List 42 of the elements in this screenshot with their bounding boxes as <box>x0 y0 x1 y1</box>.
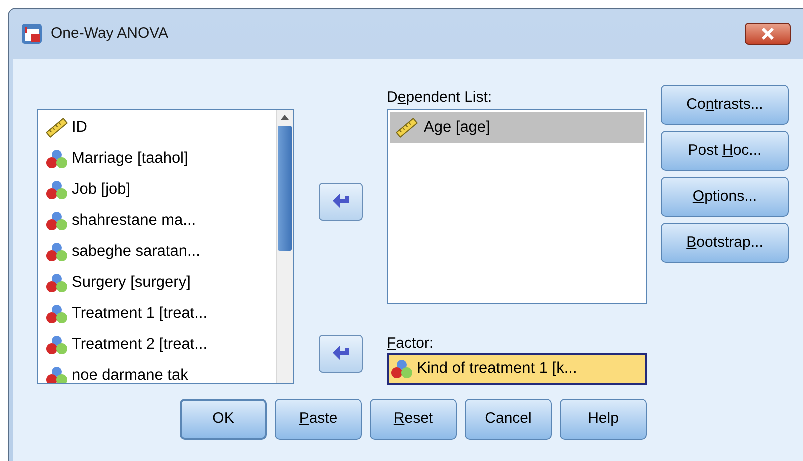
dialog-button[interactable]: Help <box>560 399 647 440</box>
three-balls-icon <box>46 366 68 383</box>
move-arrow-button[interactable] <box>318 335 362 373</box>
dependent-list-label: Dependent List: <box>387 88 494 108</box>
close-button[interactable] <box>745 23 791 45</box>
side-button[interactable]: Contrasts... <box>661 85 789 125</box>
move-arrow-button[interactable] <box>318 183 362 221</box>
variable-item[interactable]: Treatment 1 [treat... <box>46 298 276 329</box>
three-balls-icon <box>46 210 68 230</box>
app-icon <box>21 23 43 45</box>
three-balls-icon <box>46 148 68 168</box>
three-balls-icon <box>46 304 68 324</box>
scroll-thumb[interactable] <box>278 126 292 251</box>
variable-item[interactable]: shahrestane ma... <box>46 205 276 236</box>
dialog-button[interactable]: Reset <box>370 399 457 440</box>
factor-field[interactable]: Kind of treatment 1 [k... <box>387 353 647 385</box>
arrow-icon <box>330 194 350 210</box>
dialog-button[interactable]: Paste <box>275 399 362 440</box>
arrow-icon <box>330 346 350 362</box>
three-balls-icon <box>46 334 68 354</box>
dialog-button[interactable]: OK <box>180 399 267 440</box>
window-title: One-Way ANOVA <box>51 24 169 44</box>
close-icon <box>761 28 775 40</box>
three-balls-icon <box>46 242 68 262</box>
side-button[interactable]: Options... <box>661 177 789 217</box>
three-balls-icon <box>391 359 413 379</box>
variable-item[interactable]: sabeghe saratan... <box>46 236 276 267</box>
factor-label: Factor: <box>387 334 435 353</box>
scrollbar[interactable] <box>276 110 293 383</box>
dependent-item[interactable]: Age [age] <box>390 112 644 143</box>
three-balls-icon <box>46 180 68 200</box>
side-button[interactable]: Bootstrap... <box>661 223 789 263</box>
side-button[interactable]: Post Hoc... <box>661 131 789 171</box>
three-balls-icon <box>46 272 68 292</box>
variable-item[interactable]: ID <box>46 112 276 143</box>
variable-item[interactable]: Marriage [taahol] <box>46 143 276 174</box>
variable-item[interactable]: Treatment 2 [treat... <box>46 329 276 360</box>
variable-item[interactable]: noe darmane tak <box>46 360 276 383</box>
dialog-button[interactable]: Cancel <box>465 399 552 440</box>
variable-item[interactable]: Job [job] <box>46 174 276 205</box>
dependent-list-box[interactable]: Age [age] <box>387 109 647 304</box>
variable-item[interactable]: Surgery [surgery] <box>46 267 276 298</box>
